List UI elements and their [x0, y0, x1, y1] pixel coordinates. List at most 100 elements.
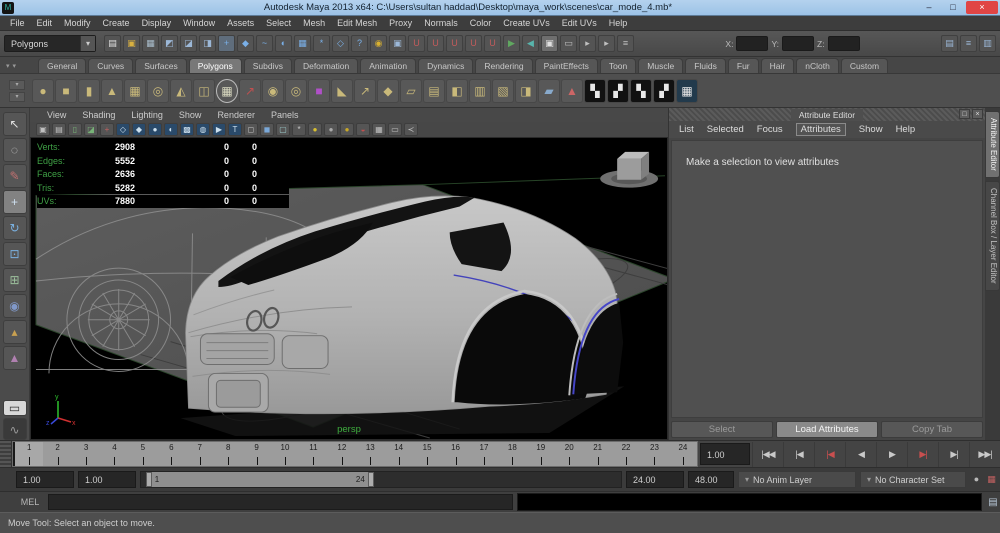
select-object-icon[interactable]: ◪: [180, 35, 197, 52]
rotate-tool-icon[interactable]: ↻: [3, 216, 27, 240]
frame-cell[interactable]: 19: [527, 442, 555, 466]
bridge-icon[interactable]: ▱: [400, 79, 422, 103]
menubar-item[interactable]: Normals: [418, 18, 464, 28]
attribute-editor-menu-item[interactable]: Show: [859, 124, 883, 135]
mel-input[interactable]: [48, 494, 513, 510]
render-current-frame-icon[interactable]: ▸: [579, 35, 596, 52]
range-end-handle[interactable]: [368, 472, 374, 487]
command-line-label[interactable]: MEL: [16, 497, 44, 507]
menubar-item[interactable]: File: [4, 18, 31, 28]
show-manipulator-icon[interactable]: ▴: [3, 320, 27, 344]
split-polygon-icon[interactable]: ◧: [446, 79, 468, 103]
extrude-icon[interactable]: ↗: [354, 79, 376, 103]
soft-modification-icon[interactable]: ◉: [3, 294, 27, 318]
poly-torus-icon[interactable]: ◎: [147, 79, 169, 103]
poly-pyramid-icon[interactable]: ◭: [170, 79, 192, 103]
combine-icon[interactable]: ↗: [239, 79, 261, 103]
boolean-union-icon[interactable]: ◉: [262, 79, 284, 103]
mask-handles-icon[interactable]: ◆: [237, 35, 254, 52]
light-selected-icon[interactable]: ●: [340, 123, 354, 136]
frame-cell[interactable]: 10: [271, 442, 299, 466]
frame-cell[interactable]: 13: [356, 442, 384, 466]
multisample-icon[interactable]: T: [228, 123, 242, 136]
panel-menu-item[interactable]: Panels: [264, 110, 306, 120]
menubar-item[interactable]: Mesh: [297, 18, 331, 28]
script-editor-icon[interactable]: ▤: [986, 497, 1000, 508]
auto-keyframe-icon[interactable]: ●: [970, 473, 983, 486]
isolate-select-icon[interactable]: ◒: [356, 123, 370, 136]
boolean-difference-icon[interactable]: ◎: [285, 79, 307, 103]
light-default-icon[interactable]: ●: [324, 123, 338, 136]
paint-select-tool-icon[interactable]: ✎: [3, 164, 27, 188]
input-connections-icon[interactable]: ▶: [503, 35, 520, 52]
select-tool-icon[interactable]: ↖: [3, 112, 27, 136]
frame-cell[interactable]: 20: [555, 442, 583, 466]
poly-pipe-icon[interactable]: ◫: [193, 79, 215, 103]
nurbs-to-poly-icon[interactable]: ▲: [561, 79, 583, 103]
shelf-tab[interactable]: Fur: [728, 58, 759, 73]
scale-tool-icon[interactable]: ⊡: [3, 242, 27, 266]
film-gate-icon[interactable]: ▭: [388, 123, 402, 136]
chevron-down-icon[interactable]: ▾: [80, 36, 95, 51]
viewport-canvas[interactable]: Verts: 2908 0 0 Edges: 5552 0 0 Faces: 2…: [30, 137, 668, 440]
shelf-tab[interactable]: nCloth: [796, 58, 839, 73]
frame-cell[interactable]: 5: [129, 442, 157, 466]
bookmark-icon[interactable]: ▯: [68, 123, 82, 136]
menubar-item[interactable]: Edit: [31, 18, 59, 28]
anim-end-field[interactable]: 48.00: [688, 471, 734, 488]
step-forward-key-button[interactable]: ▶|: [907, 442, 938, 467]
menu-set-selector[interactable]: Polygons ▾: [4, 35, 96, 52]
menubar-item[interactable]: Edit UVs: [556, 18, 603, 28]
shelf-tab[interactable]: Surfaces: [135, 58, 187, 73]
shelf-tab[interactable]: Rendering: [475, 58, 532, 73]
copy-tab-button[interactable]: Copy Tab: [881, 421, 983, 438]
menubar-item[interactable]: Edit Mesh: [331, 18, 383, 28]
shelf-tab[interactable]: Animation: [360, 58, 416, 73]
frame-cell[interactable]: 9: [242, 442, 270, 466]
frame-cell[interactable]: 7: [186, 442, 214, 466]
motion-blur-icon[interactable]: ▶: [212, 123, 226, 136]
anim-start-field[interactable]: 1.00: [16, 471, 74, 488]
mask-dynamics-icon[interactable]: *: [313, 35, 330, 52]
menubar-item[interactable]: Assets: [221, 18, 260, 28]
step-back-key-button[interactable]: |◀: [814, 442, 845, 467]
frame-cell[interactable]: 16: [441, 442, 469, 466]
sculpt-geometry-icon[interactable]: ▦: [216, 79, 238, 103]
menubar-item[interactable]: Create UVs: [497, 18, 556, 28]
shelf-tab[interactable]: General: [38, 58, 86, 73]
attribute-editor-titlebar[interactable]: Attribute Editor □ ×: [669, 108, 985, 121]
planar-mapping-icon[interactable]: ▚: [584, 79, 606, 103]
frame-cell[interactable]: 6: [157, 442, 185, 466]
playback-end-field[interactable]: 24.00: [626, 471, 684, 488]
mask-all-icon[interactable]: +: [218, 35, 235, 52]
go-to-end-button[interactable]: ▶▶|: [969, 442, 1000, 467]
menubar-item[interactable]: Select: [260, 18, 297, 28]
frame-cell[interactable]: 12: [328, 442, 356, 466]
frame-cell[interactable]: 11: [299, 442, 327, 466]
poly-cube-icon[interactable]: ■: [55, 79, 77, 103]
command-output[interactable]: [517, 493, 982, 511]
menubar-item[interactable]: Display: [136, 18, 178, 28]
current-time-field[interactable]: 1.00: [700, 443, 750, 465]
select-camera-icon[interactable]: ▣: [36, 123, 50, 136]
show-tool-settings-icon[interactable]: ≡: [960, 35, 977, 52]
y-input[interactable]: [782, 36, 814, 51]
panel-menu-item[interactable]: Renderer: [210, 110, 262, 120]
close-button[interactable]: ×: [966, 1, 998, 14]
select-button[interactable]: Select: [671, 421, 773, 438]
textured-view-icon[interactable]: ◼: [260, 123, 274, 136]
default-material-icon[interactable]: ◻: [244, 123, 258, 136]
panel-menu-item[interactable]: View: [40, 110, 73, 120]
snap-grid-icon[interactable]: U: [408, 35, 425, 52]
xray-icon[interactable]: ▢: [276, 123, 290, 136]
shelf-tab[interactable]: Polygons: [189, 58, 242, 73]
wireframe-icon[interactable]: ◇: [116, 123, 130, 136]
open-scene-icon[interactable]: ▣: [123, 35, 140, 52]
cylindrical-mapping-icon[interactable]: ▞: [607, 79, 629, 103]
lock-selection-icon[interactable]: ◉: [370, 35, 387, 52]
show-channel-box-icon[interactable]: ▥: [979, 35, 996, 52]
mask-surfaces-icon[interactable]: ◐: [275, 35, 292, 52]
delete-edge-icon[interactable]: ▧: [492, 79, 514, 103]
go-to-start-button[interactable]: |◀◀: [752, 442, 783, 467]
frame-cell[interactable]: 2: [43, 442, 71, 466]
